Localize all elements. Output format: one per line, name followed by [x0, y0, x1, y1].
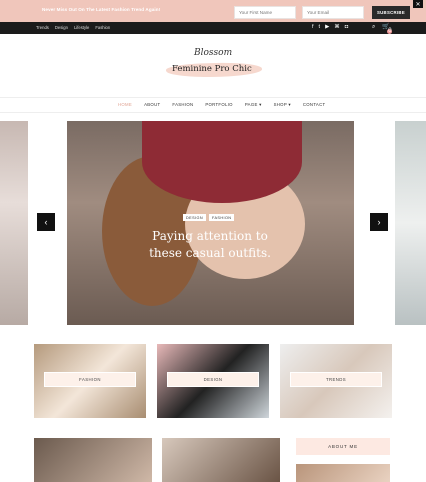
top-link-design[interactable]: Design [55, 25, 68, 30]
tag-fashion[interactable]: FASHION [208, 214, 235, 221]
twitter-icon[interactable]: t [319, 24, 321, 31]
slide-preview-left[interactable] [0, 121, 28, 325]
category-cards: FASHION DESIGN TRENDS [34, 344, 392, 418]
cart-count-badge: 0 [387, 28, 393, 34]
category-label: TRENDS [290, 372, 382, 387]
first-name-input[interactable] [234, 6, 296, 19]
instagram-icon[interactable]: ◘ [345, 24, 348, 31]
top-links: Trends Design Lifestyle Fashion [36, 25, 110, 30]
header-tools: ⌕ 🛒 0 [372, 24, 393, 36]
cart-icon[interactable]: 🛒 0 [382, 24, 393, 36]
nav-about[interactable]: ABOUT [144, 102, 160, 108]
pinterest-icon[interactable]: ⌘ [334, 24, 340, 31]
nav-portfolio[interactable]: PORTFOLIO [205, 102, 232, 108]
post-thumbnail[interactable] [162, 438, 280, 482]
about-me-heading: ABOUT ME [296, 438, 390, 455]
top-bar: Trends Design Lifestyle Fashion f t ▶ ⌘ … [0, 22, 426, 34]
promo-text: Never Miss Out On The Latest Fashion Tre… [42, 7, 161, 12]
slide-preview-right[interactable] [395, 121, 426, 325]
youtube-icon[interactable]: ▶ [325, 24, 329, 31]
post-thumbnail[interactable] [34, 438, 152, 482]
logo-script: Blossom [194, 48, 233, 58]
category-card-design[interactable]: DESIGN [157, 344, 269, 418]
email-input[interactable] [302, 6, 364, 19]
tag-design[interactable]: DESIGN [183, 214, 206, 221]
nav-page[interactable]: PAGE ▾ [245, 102, 262, 108]
social-icons: f t ▶ ⌘ ◘ [312, 24, 348, 31]
nav-contact[interactable]: CONTACT [303, 102, 326, 108]
category-label: FASHION [44, 372, 136, 387]
nav-fashion[interactable]: FASHION [172, 102, 193, 108]
category-card-trends[interactable]: TRENDS [280, 344, 392, 418]
slider-prev-button[interactable]: ‹ [37, 213, 55, 231]
promo-bar: Never Miss Out On The Latest Fashion Tre… [0, 0, 426, 22]
nav-home[interactable]: HOME [118, 102, 132, 108]
close-icon[interactable]: ✕ [413, 0, 423, 8]
top-link-trends[interactable]: Trends [36, 25, 49, 30]
slide-tags: DESIGN FASHION [183, 214, 235, 221]
logo-name: Feminine Pro Chic [172, 64, 252, 74]
slide-title[interactable]: Paying attention to these casual outfits… [140, 228, 280, 262]
category-card-fashion[interactable]: FASHION [34, 344, 146, 418]
top-link-fashion[interactable]: Fashion [95, 25, 110, 30]
subscribe-button[interactable]: SUBSCRIBE [372, 6, 410, 19]
slider-next-button[interactable]: › [370, 213, 388, 231]
nav-shop[interactable]: SHOP ▾ [274, 102, 291, 108]
slide-image[interactable] [67, 121, 354, 325]
site-logo[interactable]: Blossom Feminine Pro Chic [158, 48, 268, 86]
category-label: DESIGN [167, 372, 259, 387]
about-me-image [296, 464, 390, 482]
search-icon[interactable]: ⌕ [372, 24, 375, 36]
slide-hat [142, 121, 302, 203]
main-nav: HOME ABOUT FASHION PORTFOLIO PAGE ▾ SHOP… [0, 97, 426, 113]
top-link-lifestyle[interactable]: Lifestyle [74, 25, 89, 30]
facebook-icon[interactable]: f [312, 24, 314, 31]
hero-slider [0, 121, 426, 325]
